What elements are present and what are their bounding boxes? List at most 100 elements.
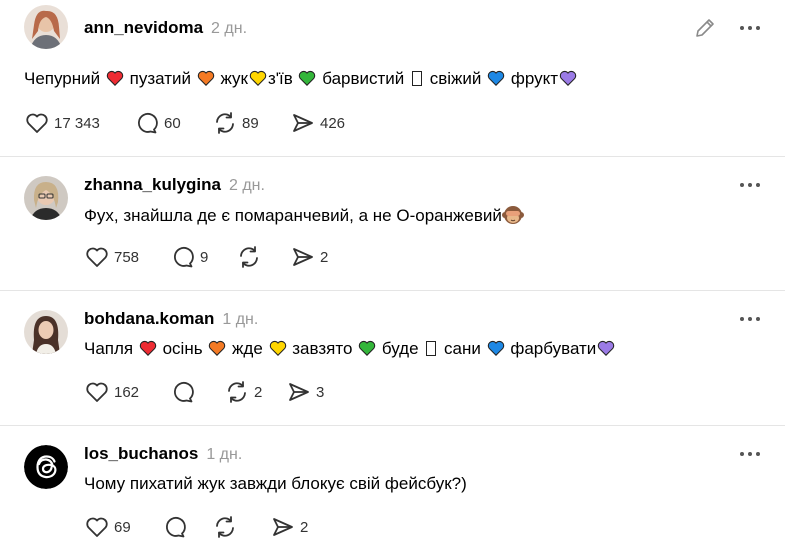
post-text: Фух, знайшла де є помаранчевий, а не О-о… [84, 204, 524, 227]
send-icon [289, 383, 309, 401]
word: буде [381, 339, 419, 358]
post-text: Чапля осінь жде завзято буде сани фарбув… [84, 338, 616, 360]
word: жук [220, 69, 248, 88]
share-count: 2 [320, 248, 329, 266]
word: барвистий [322, 69, 405, 88]
word: фарбувати [510, 339, 597, 358]
red-heart-emoji [106, 69, 124, 87]
post-text-content: Чому пихатий жук завжди блокує свій фейс… [84, 474, 467, 493]
repost-icon [216, 516, 234, 538]
reply-button[interactable]: 60 [134, 110, 212, 136]
missing-glyph-box [426, 341, 437, 356]
share-count: 426 [320, 114, 346, 132]
share-button[interactable]: 426 [290, 110, 345, 136]
word: Чапля [84, 339, 134, 358]
post-actions: 69 2 [84, 514, 308, 540]
purple-heart-emoji [559, 69, 577, 87]
reply-button[interactable] [170, 379, 224, 405]
reply-button[interactable]: 9 [170, 244, 236, 270]
repost-count: 2 [254, 383, 263, 401]
more-options-icon[interactable] [737, 446, 763, 462]
purple-heart-emoji [597, 339, 615, 357]
blue-heart-emoji [487, 339, 505, 357]
username[interactable]: los_buchanos [84, 444, 198, 464]
comment-icon [166, 517, 186, 538]
post-text: Чому пихатий жук завжди блокує свій фейс… [84, 473, 467, 495]
more-options-icon[interactable] [737, 311, 763, 327]
reply-button[interactable] [162, 514, 212, 540]
post-bohdana-koman: bohdana.koman 1 дн. Чапля осінь жде завз… [0, 291, 785, 425]
post-time[interactable]: 2 дн. [229, 177, 265, 195]
post-text: Чепурний пузатий жук з'їв барвистий свіжи… [24, 68, 578, 90]
like-button[interactable]: 17 343 [24, 110, 108, 136]
like-count: 758 [114, 248, 140, 266]
repost-icon [240, 246, 258, 268]
repost-button[interactable]: 89 [212, 110, 290, 136]
avatar[interactable] [24, 445, 68, 489]
yellow-heart-emoji [269, 339, 287, 357]
like-button[interactable]: 69 [84, 514, 138, 540]
heart-icon [86, 517, 108, 537]
word: фрукт [510, 69, 559, 88]
comment-icon [138, 113, 158, 134]
username[interactable]: ann_nevidoma [84, 18, 203, 38]
post-time[interactable]: 2 дн. [211, 20, 247, 38]
share-count: 2 [300, 518, 309, 536]
word: з'їв [267, 69, 293, 88]
comment-icon [174, 247, 194, 268]
like-count: 69 [114, 518, 131, 536]
word: жде [232, 339, 263, 358]
heart-icon [86, 247, 108, 267]
word: осінь [162, 339, 203, 358]
post-time[interactable]: 1 дн. [222, 311, 258, 329]
share-button[interactable]: 2 [290, 244, 328, 270]
send-icon [293, 248, 313, 266]
send-icon [273, 518, 293, 536]
username[interactable]: zhanna_kulygina [84, 175, 221, 195]
missing-glyph-box [412, 71, 423, 86]
heart-icon [26, 113, 48, 133]
repost-icon [228, 381, 246, 403]
username[interactable]: bohdana.koman [84, 309, 214, 329]
more-options-icon[interactable] [737, 20, 763, 36]
see-no-evil-monkey-emoji [501, 204, 524, 226]
edit-icon[interactable] [693, 16, 717, 40]
green-heart-emoji [298, 69, 316, 87]
orange-heart-emoji [208, 339, 226, 357]
repost-button[interactable] [236, 244, 290, 270]
like-count: 17 343 [54, 114, 100, 132]
word: сани [444, 339, 481, 358]
repost-icon [216, 112, 234, 134]
comment-icon [174, 382, 194, 403]
word: Чепурний [24, 69, 101, 88]
post-actions: 162 2 3 [84, 379, 324, 405]
like-button[interactable]: 162 [84, 379, 146, 405]
post-ann-nevidoma: ann_nevidoma 2 дн. Чепурний пузатий жук з… [0, 0, 785, 156]
avatar[interactable] [24, 176, 68, 220]
share-button[interactable]: 2 [270, 514, 308, 540]
orange-heart-emoji [197, 69, 215, 87]
like-button[interactable]: 758 [84, 244, 146, 270]
reply-count: 9 [200, 248, 209, 266]
send-icon [293, 114, 313, 132]
reply-count: 60 [164, 114, 181, 132]
share-button[interactable]: 3 [286, 379, 324, 405]
share-count: 3 [316, 383, 325, 401]
word: завзято [292, 339, 353, 358]
repost-count: 89 [242, 114, 259, 132]
post-time[interactable]: 1 дн. [206, 446, 242, 464]
repost-button[interactable] [212, 514, 270, 540]
word: пузатий [129, 69, 191, 88]
more-options-icon[interactable] [737, 177, 763, 193]
post-zhanna-kulygina: zhanna_kulygina 2 дн. Фух, знайшла де є … [0, 157, 785, 290]
word: свіжий [429, 69, 482, 88]
repost-button[interactable]: 2 [224, 379, 286, 405]
red-heart-emoji [139, 339, 157, 357]
avatar[interactable] [24, 310, 68, 354]
blue-heart-emoji [487, 69, 505, 87]
post-text-content: Фух, знайшла де є помаранчевий, а не О-о… [84, 206, 502, 225]
post-actions: 17 343 60 89 426 [24, 110, 345, 136]
green-heart-emoji [358, 339, 376, 357]
avatar[interactable] [24, 5, 68, 49]
like-count: 162 [114, 383, 140, 401]
